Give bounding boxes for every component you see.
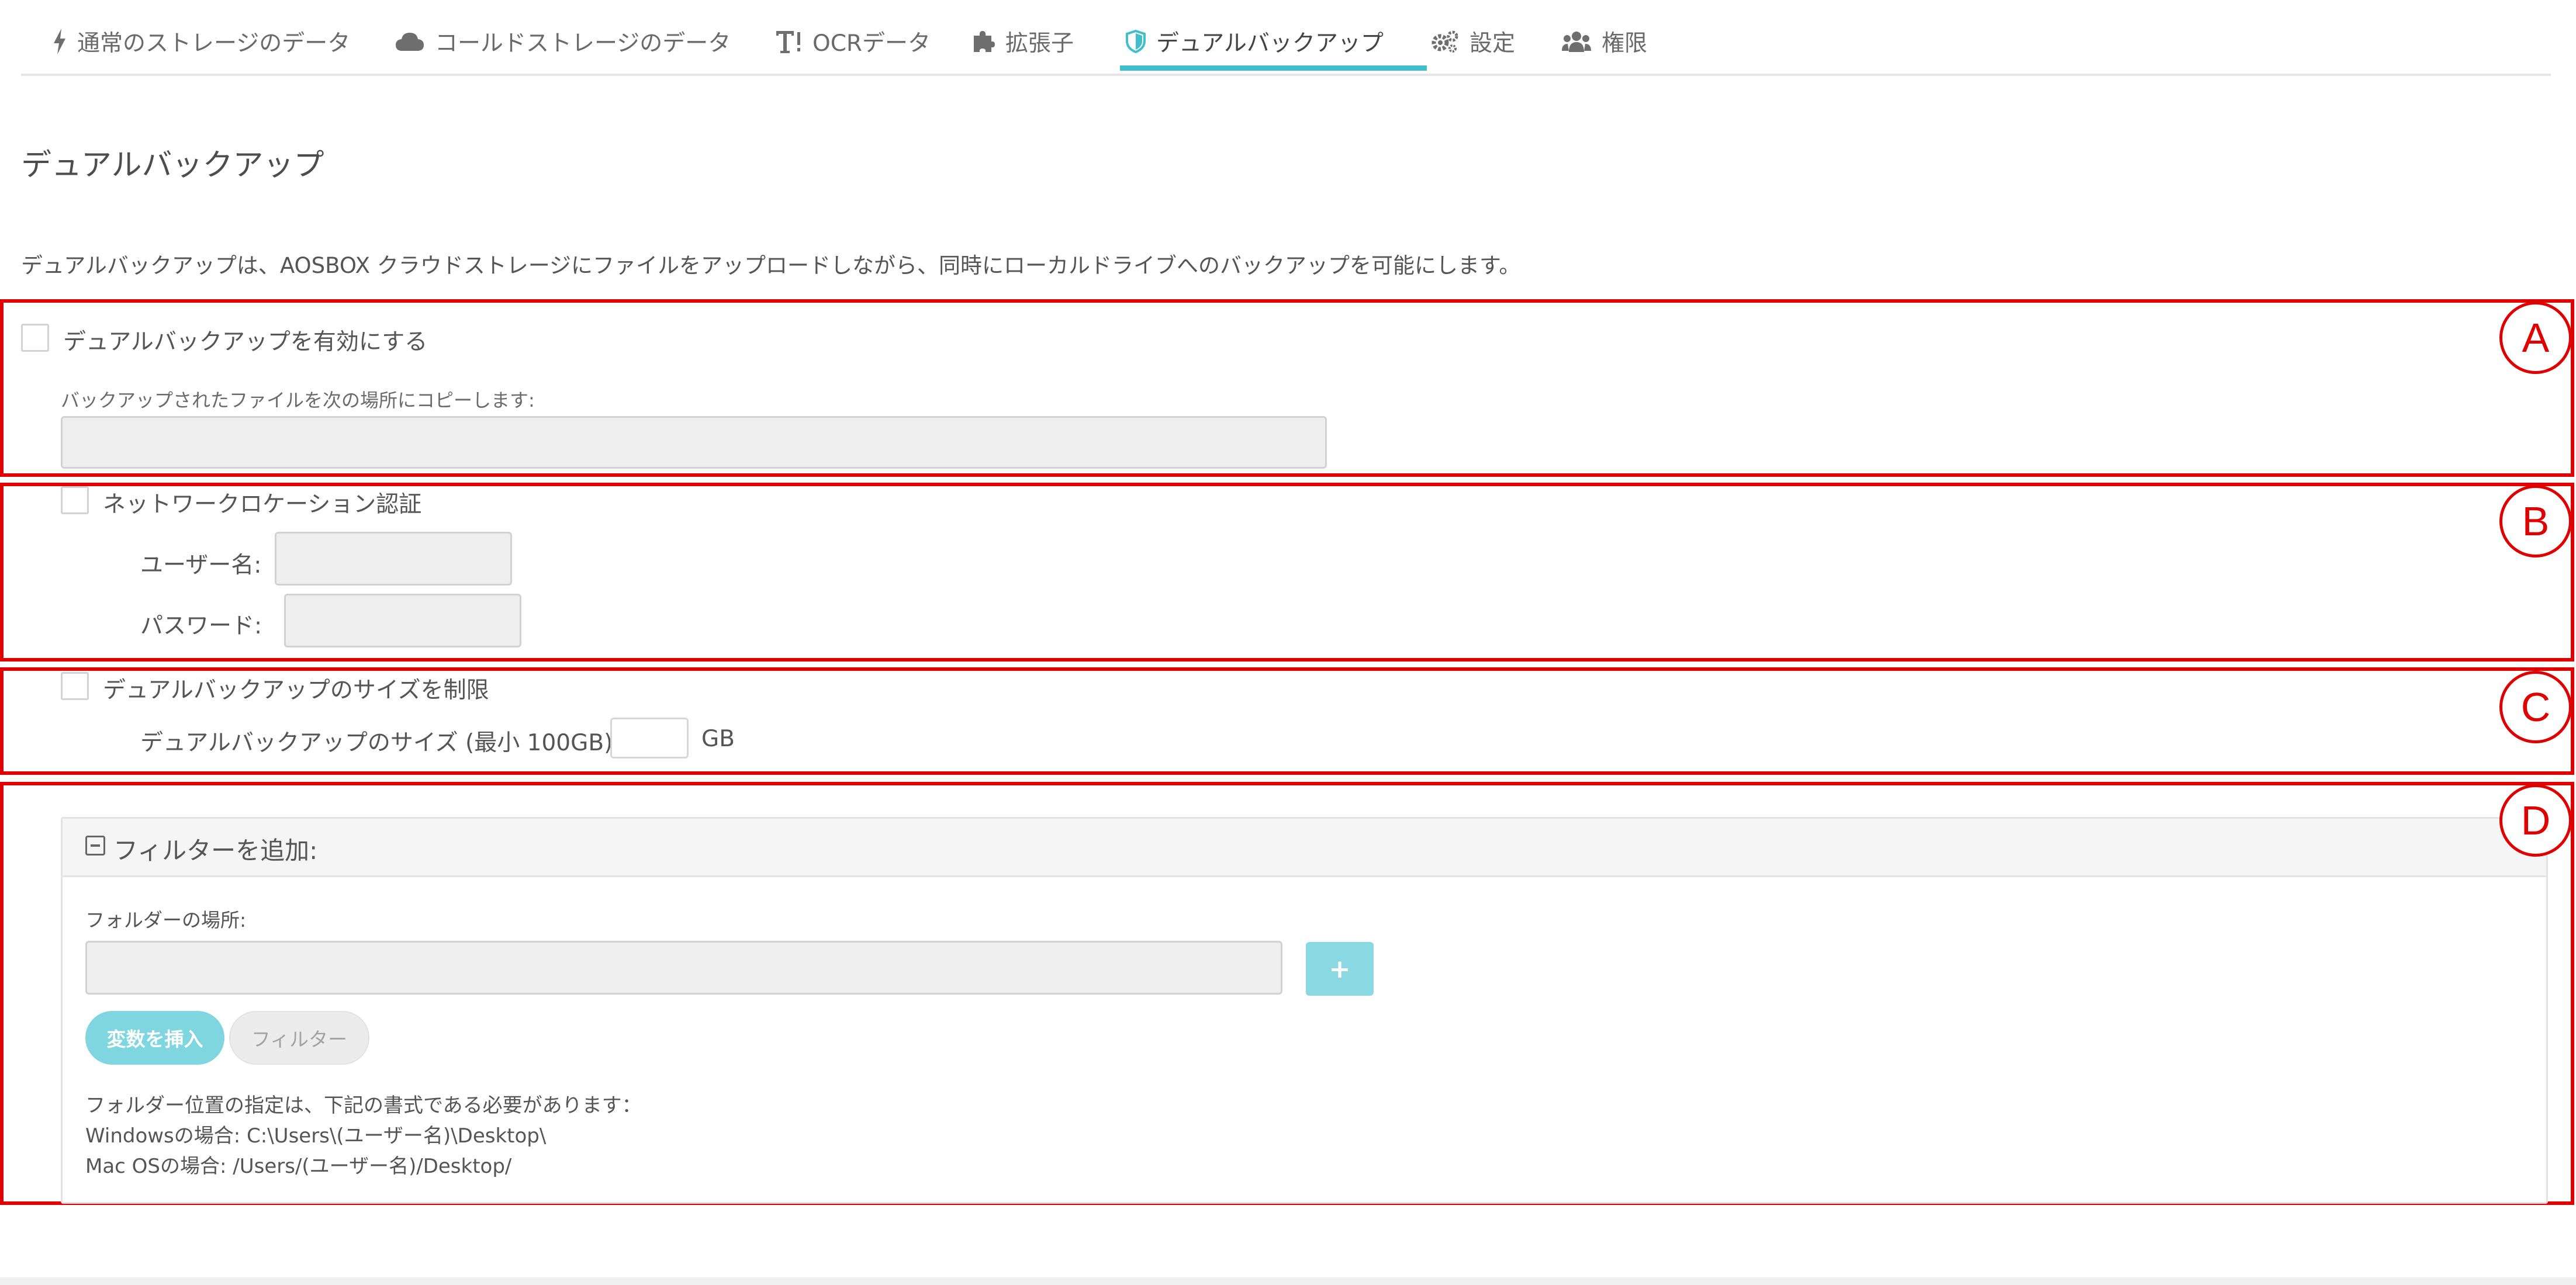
collapse-icon[interactable] bbox=[85, 836, 105, 855]
annotation-marker-d: D bbox=[2499, 784, 2572, 857]
gears-icon bbox=[1431, 28, 1459, 55]
username-input[interactable] bbox=[275, 532, 512, 586]
text-ocr-icon bbox=[775, 28, 802, 55]
limit-size-checkbox[interactable] bbox=[61, 672, 89, 700]
tab-permissions[interactable]: 権限 bbox=[1562, 21, 1647, 62]
tab-ocr-data[interactable]: OCRデータ bbox=[775, 21, 931, 62]
shield-icon bbox=[1126, 28, 1146, 55]
puzzle-icon bbox=[971, 28, 995, 55]
password-input[interactable] bbox=[284, 594, 521, 647]
size-unit-label: GB bbox=[701, 726, 735, 752]
active-tab-indicator bbox=[1120, 65, 1427, 71]
network-auth-label: ネットワークロケーション認証 bbox=[103, 491, 422, 518]
add-folder-button[interactable]: + bbox=[1306, 942, 1374, 996]
annotation-marker-b: B bbox=[2499, 485, 2572, 557]
tab-label: 権限 bbox=[1602, 30, 1648, 57]
tab-dual-backup[interactable]: デュアルバックアップ bbox=[1126, 21, 1384, 62]
network-auth-checkbox[interactable] bbox=[61, 486, 89, 514]
tab-label: 通常のストレージのデータ bbox=[77, 30, 351, 57]
folder-format-windows: Windowsの場合: C:\Users\(ユーザー名)\Desktop\ bbox=[85, 1124, 547, 1148]
filter-panel-title: フィルターを追加: bbox=[113, 836, 318, 865]
folder-format-note-title: フォルダー位置の指定は、下記の書式である必要があります： bbox=[85, 1094, 642, 1117]
tab-cold-storage[interactable]: コールドストレージのデータ bbox=[395, 21, 731, 62]
folder-format-mac: Mac OSの場合: /Users/(ユーザー名)/Desktop/ bbox=[85, 1155, 512, 1178]
backup-size-input[interactable] bbox=[610, 718, 689, 758]
bolt-icon bbox=[53, 28, 67, 55]
password-label: パスワード: bbox=[140, 613, 262, 639]
tab-label: OCRデータ bbox=[812, 30, 931, 57]
annotation-marker-c: C bbox=[2499, 671, 2572, 743]
page-description: デュアルバックアップは、AOSBOX クラウドストレージにファイルをアップロード… bbox=[21, 253, 1521, 278]
page-title: デュアルバックアップ bbox=[21, 148, 324, 183]
tab-label: デュアルバックアップ bbox=[1156, 30, 1384, 57]
page-bottom-divider bbox=[0, 1277, 2576, 1285]
annotation-marker-a: A bbox=[2499, 302, 2572, 374]
tab-label: コールドストレージのデータ bbox=[435, 30, 731, 57]
tab-label: 拡張子 bbox=[1005, 30, 1074, 57]
tab-extensions[interactable]: 拡張子 bbox=[971, 21, 1074, 62]
filter-panel-header[interactable] bbox=[63, 819, 2546, 877]
tab-bar: 通常のストレージのデータ コールドストレージのデータ OCRデータ 拡張子 デュ… bbox=[21, 0, 2551, 76]
username-label: ユーザー名: bbox=[140, 552, 262, 579]
tab-settings[interactable]: 設定 bbox=[1431, 21, 1515, 62]
users-icon bbox=[1562, 28, 1591, 55]
limit-size-label: デュアルバックアップのサイズを制限 bbox=[103, 677, 489, 704]
enable-dual-backup-label: デュアルバックアップを有効にする bbox=[63, 329, 428, 355]
tab-normal-storage[interactable]: 通常のストレージのデータ bbox=[53, 21, 350, 62]
tab-label: 設定 bbox=[1469, 30, 1516, 57]
folder-location-input[interactable] bbox=[85, 941, 1282, 995]
copy-destination-input[interactable] bbox=[61, 416, 1327, 469]
insert-variable-button[interactable]: 変数を挿入 bbox=[85, 1011, 224, 1065]
backup-size-label: デュアルバックアップのサイズ (最小 100GB): bbox=[140, 730, 621, 756]
enable-dual-backup-checkbox[interactable] bbox=[21, 324, 49, 352]
filter-button[interactable]: フィルター bbox=[229, 1011, 369, 1065]
copy-destination-label: バックアップされたファイルを次の場所にコピーします: bbox=[61, 389, 535, 411]
cloud-icon bbox=[395, 28, 424, 55]
folder-location-label: フォルダーの場所: bbox=[85, 909, 247, 931]
